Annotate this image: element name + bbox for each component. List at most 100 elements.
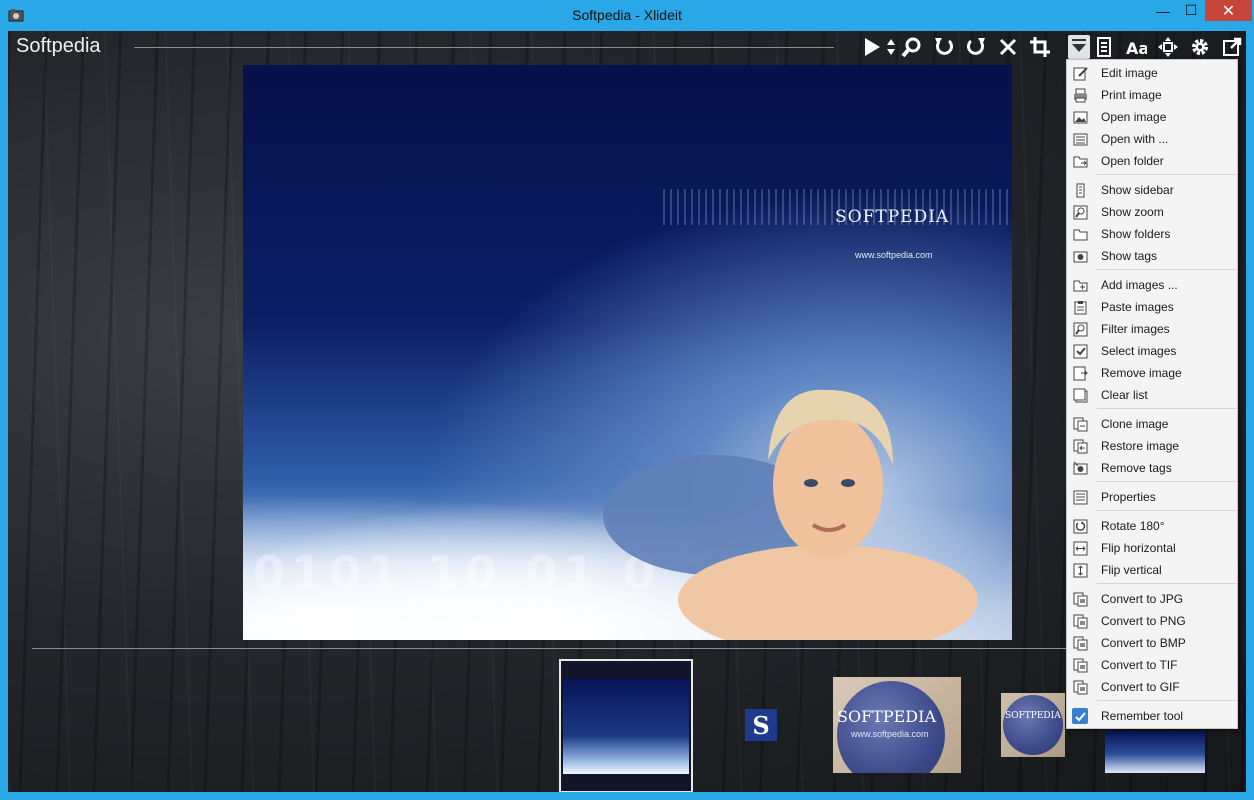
external-window-icon [1223,37,1242,56]
image-url-text: www.softpedia.com [855,250,933,260]
menu-item-label: Open folder [1101,154,1164,168]
thumbnail[interactable]: SOFTPEDIA [1001,693,1065,757]
flip-horizontal-icon [1072,540,1088,556]
thumbnail-url: www.softpedia.com [851,729,929,739]
menu-separator [1097,583,1237,584]
menu-separator [1097,481,1237,482]
clear-icon [1072,387,1088,403]
menu-item-label: Remove image [1101,366,1182,380]
menu-item-convert-to-jpg[interactable]: Convert to JPG [1067,588,1237,610]
title-bar: Softpedia - Xlideit — ☐ ✕ [0,0,1254,31]
main-image[interactable]: SOFTPEDIA www.softpedia.com 0101 10 01 0… [243,65,1012,640]
speed-stepper[interactable] [884,33,898,61]
menu-item-show-sidebar[interactable]: Show sidebar [1067,179,1237,201]
viewer-area: Softpedia Aa SOFTPEDIA www.softpedia.com… [8,31,1246,792]
image-logo-text: SOFTPEDIA [835,207,950,227]
menu-item-properties[interactable]: Properties [1067,486,1237,508]
menu-separator [1097,700,1237,701]
crop-button[interactable] [1026,33,1054,61]
settings-button[interactable] [1186,33,1214,61]
rotate-left-button[interactable] [930,33,958,61]
menu-separator [1097,174,1237,175]
print-icon [1072,87,1088,103]
thumbnail-title: SOFTPEDIA [837,707,936,726]
menu-item-convert-to-tif[interactable]: Convert to TIF [1067,654,1237,676]
menu-item-label: Convert to JPG [1101,592,1184,606]
menu-item-label: Properties [1101,490,1156,504]
edit-icon [1072,65,1088,81]
menu-item-flip-vertical[interactable]: Flip vertical [1067,559,1237,581]
folder-icon [1072,226,1088,242]
rotate-icon [1072,518,1088,534]
image-icon [1072,109,1088,125]
menu-item-remove-image[interactable]: Remove image [1067,362,1237,384]
menu-item-remove-tags[interactable]: Remove tags [1067,457,1237,479]
convert-icon [1072,591,1088,607]
thumbnail[interactable] [1105,731,1205,773]
thumbnail-image [563,679,689,774]
menu-item-rotate-180[interactable]: Rotate 180° [1067,515,1237,537]
menu-item-convert-to-bmp[interactable]: Convert to BMP [1067,632,1237,654]
paste-icon [1072,299,1088,315]
folder-title: Softpedia [16,35,101,57]
fullscreen-button[interactable] [1218,33,1246,61]
thumbnail[interactable]: S [745,709,777,741]
convert-icon [1072,635,1088,651]
properties-icon [1072,489,1088,505]
menu-item-select-images[interactable]: Select images [1067,340,1237,362]
zoom-icon [1072,204,1088,220]
menu-item-label: Convert to BMP [1101,636,1186,650]
menu-item-open-folder[interactable]: Open folder [1067,150,1237,172]
menu-item-label: Rotate 180° [1101,519,1165,533]
rotate-right-button[interactable] [962,33,990,61]
play-slideshow-button[interactable] [858,33,886,61]
restore-icon [1072,438,1088,454]
list-icon [1072,131,1088,147]
menu-item-paste-images[interactable]: Paste images [1067,296,1237,318]
menu-item-open-with[interactable]: Open with ... [1067,128,1237,150]
maximize-button[interactable]: ☐ [1176,0,1206,21]
menu-item-show-tags[interactable]: Show tags [1067,245,1237,267]
zoom-button[interactable] [898,33,926,61]
menu-item-label: Filter images [1101,322,1170,336]
sidebar-button[interactable] [1090,33,1118,61]
thumbnail-selected[interactable] [559,659,693,792]
menu-item-print-image[interactable]: Print image [1067,84,1237,106]
thumbnail-letter: S [752,710,770,740]
menu-item-show-zoom[interactable]: Show zoom [1067,201,1237,223]
thumbnail-disc [837,681,945,773]
menu-item-clone-image[interactable]: Clone image [1067,413,1237,435]
close-button[interactable]: ✕ [1205,0,1252,21]
menu-item-label: Show folders [1101,227,1171,241]
menu-item-add-images[interactable]: Add images ... [1067,274,1237,296]
menu-item-label: Flip horizontal [1101,541,1176,555]
menu-item-convert-to-gif[interactable]: Convert to GIF [1067,676,1237,698]
menu-item-filter-images[interactable]: Filter images [1067,318,1237,340]
filmstrip-divider [32,648,1078,649]
checkbox-icon [1072,343,1088,359]
menu-item-label: Remember tool [1101,709,1184,723]
menu-item-edit-image[interactable]: Edit image [1067,62,1237,84]
menu-item-clear-list[interactable]: Clear list [1067,384,1237,406]
window-title: Softpedia - Xlideit [572,7,682,23]
menu-item-label: Convert to TIF [1101,658,1178,672]
menu-item-convert-to-png[interactable]: Convert to PNG [1067,610,1237,632]
menu-item-label: Print image [1101,88,1162,102]
tags-text-button[interactable]: Aa [1122,33,1150,61]
menu-dropdown-button[interactable] [1068,35,1090,59]
folder-open-icon [1072,153,1088,169]
fit-screen-button[interactable] [1154,33,1182,61]
close-image-button[interactable] [994,33,1022,61]
svg-text:Aa: Aa [1126,39,1147,58]
magnifier-icon [901,37,921,58]
menu-item-label: Edit image [1101,66,1158,80]
menu-item-label: Clear list [1101,388,1148,402]
tools-menu: Edit image Print image Open image Open with… [1066,59,1238,729]
menu-item-remember-tool[interactable]: Remember tool [1067,705,1237,727]
minimize-button[interactable]: — [1148,0,1178,21]
menu-item-flip-horizontal[interactable]: Flip horizontal [1067,537,1237,559]
menu-item-restore-image[interactable]: Restore image [1067,435,1237,457]
thumbnail[interactable]: SOFTPEDIA www.softpedia.com [833,677,961,773]
menu-item-open-image[interactable]: Open image [1067,106,1237,128]
menu-item-show-folders[interactable]: Show folders [1067,223,1237,245]
